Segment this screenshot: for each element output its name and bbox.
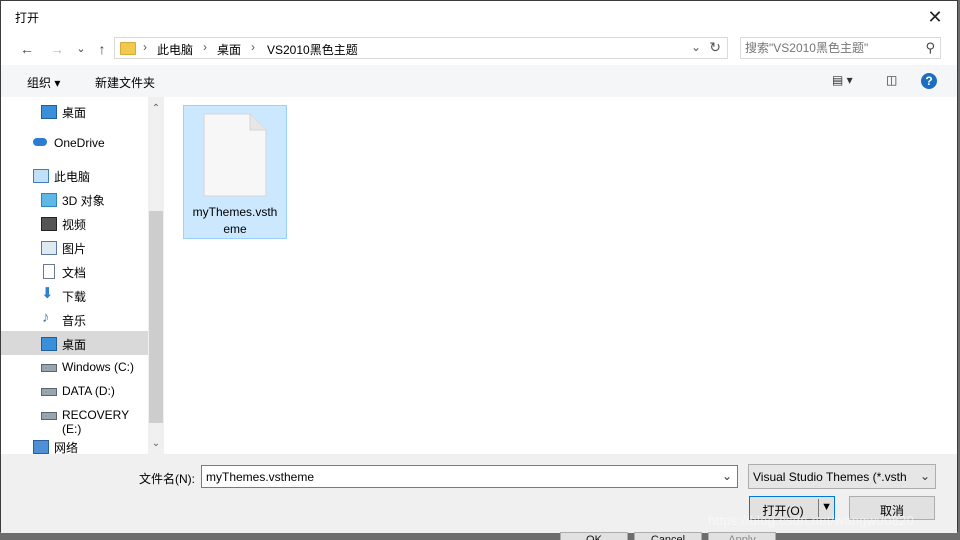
sidebar-item-label: Windows (C:) <box>62 360 135 374</box>
sidebar-item-label: 音乐 <box>62 314 87 328</box>
sidebar-item-pictures[interactable]: 图片 <box>1 235 148 259</box>
windows-drive-icon <box>41 364 57 372</box>
sidebar-item-label: 图片 <box>62 242 87 256</box>
video-icon <box>41 217 57 231</box>
filename-input[interactable]: myThemes.vstheme ⌄ <box>201 465 738 488</box>
download-icon: ⬇ <box>41 285 54 302</box>
new-folder-button[interactable]: 新建文件夹 <box>95 74 155 91</box>
background-apply-button: Apply <box>708 532 776 540</box>
sidebar-item-label: RECOVERY (E:) <box>62 408 129 436</box>
scrollbar-thumb[interactable] <box>149 211 163 423</box>
sidebar-item-desktop-quick[interactable]: 桌面 <box>1 99 148 123</box>
file-name: myThemes.vsth eme <box>192 205 278 236</box>
breadcrumb-current-folder[interactable]: VS2010黑色主题 <box>267 41 358 58</box>
sidebar-scrollbar[interactable]: ⌃ ⌄ <box>148 97 164 454</box>
cloud-icon <box>33 138 47 146</box>
filetype-value: Visual Studio Themes (*.vsth <box>753 470 907 484</box>
breadcrumb-separator: › <box>203 40 207 54</box>
title-bar: 打开 ✕ <box>1 1 957 33</box>
music-icon: ♪ <box>42 309 50 326</box>
sidebar-item-label: 桌面 <box>62 338 87 352</box>
window-title: 打开 <box>15 11 40 25</box>
drive-icon <box>41 412 57 420</box>
search-box[interactable]: ⚲ <box>740 37 941 59</box>
sidebar-item-drive-e[interactable]: RECOVERY (E:) <box>1 403 148 436</box>
document-icon <box>43 264 55 279</box>
open-options-icon[interactable]: ▼ <box>821 501 832 513</box>
navigation-pane: 桌面 OneDrive 此电脑 3D 对象 视频 图片 文档 ⬇ 下载 ♪ 音乐… <box>1 97 164 455</box>
scroll-down-icon[interactable]: ⌄ <box>148 436 164 452</box>
scroll-up-icon[interactable]: ⌃ <box>148 101 164 117</box>
sidebar-item-3d-objects[interactable]: 3D 对象 <box>1 187 148 211</box>
breadcrumb-this-pc[interactable]: 此电脑 <box>157 41 193 58</box>
filename-label: 文件名(N): <box>139 472 195 486</box>
preview-pane-icon[interactable]: ◫ <box>886 73 897 87</box>
sidebar-item-documents[interactable]: 文档 <box>1 259 148 283</box>
toolbar: 组织 ▾ 新建文件夹 ▤ ▾ ◫ ? <box>1 65 957 97</box>
breadcrumb-separator: › <box>251 40 255 54</box>
computer-icon <box>33 169 49 183</box>
sidebar-item-label: 3D 对象 <box>62 194 105 208</box>
breadcrumb-separator: › <box>143 40 147 54</box>
sidebar-item-label: 桌面 <box>62 106 87 120</box>
background-ok-button: OK <box>560 532 628 540</box>
folder-icon <box>120 42 136 55</box>
view-options-icon[interactable]: ▤ ▾ <box>832 73 853 87</box>
sidebar-item-onedrive[interactable]: OneDrive <box>1 131 148 155</box>
sidebar-item-music[interactable]: ♪ 音乐 <box>1 307 148 331</box>
search-icon[interactable]: ⚲ <box>925 40 935 56</box>
refresh-icon[interactable]: ↻ <box>709 39 721 56</box>
up-button[interactable]: ↑ <box>92 39 112 59</box>
address-bar[interactable]: › 此电脑 › 桌面 › VS2010黑色主题 ⌄ ↻ <box>114 37 728 59</box>
sidebar-item-label: DATA (D:) <box>62 384 115 398</box>
cube-icon <box>41 193 57 207</box>
network-icon <box>33 440 49 454</box>
sidebar-item-downloads[interactable]: ⬇ 下载 <box>1 283 148 307</box>
picture-icon <box>41 241 57 255</box>
file-item[interactable]: myThemes.vsth eme <box>183 105 287 239</box>
close-icon[interactable]: ✕ <box>923 5 947 29</box>
sidebar-item-desktop[interactable]: 桌面 <box>1 331 148 355</box>
address-dropdown-icon[interactable]: ⌄ <box>691 40 701 54</box>
sidebar-item-drive-d[interactable]: DATA (D:) <box>1 379 148 403</box>
recent-locations-button[interactable]: ⌄ <box>71 39 91 59</box>
file-list: myThemes.vsth eme <box>164 97 957 454</box>
sidebar-item-videos[interactable]: 视频 <box>1 211 148 235</box>
desktop-icon <box>41 337 57 351</box>
filetype-select[interactable]: Visual Studio Themes (*.vsth ⌄ <box>748 464 936 489</box>
help-icon[interactable]: ? <box>921 73 937 89</box>
sidebar-item-drive-c[interactable]: Windows (C:) <box>1 355 148 379</box>
search-input[interactable] <box>745 40 915 56</box>
organize-button[interactable]: 组织 ▾ <box>27 74 60 91</box>
file-icon <box>203 113 267 197</box>
open-file-dialog: 打开 ✕ ← → ⌄ ↑ › 此电脑 › 桌面 › VS2010黑色主题 ⌄ ↻… <box>0 0 958 533</box>
filename-value: myThemes.vstheme <box>206 470 315 484</box>
sidebar-item-label: 下载 <box>62 290 87 304</box>
sidebar-item-label: 视频 <box>62 218 87 232</box>
chevron-down-icon[interactable]: ⌄ <box>920 469 930 483</box>
drive-icon <box>41 388 57 396</box>
background-cancel-button: Cancel <box>634 532 702 540</box>
sidebar-item-label: OneDrive <box>54 136 105 150</box>
chevron-down-icon[interactable]: ⌄ <box>722 469 732 483</box>
back-button[interactable]: ← <box>17 39 37 59</box>
forward-button[interactable]: → <box>47 39 67 59</box>
desktop-icon <box>41 105 57 119</box>
sidebar-item-label: 此电脑 <box>54 170 91 184</box>
sidebar-item-this-pc[interactable]: 此电脑 <box>1 163 148 187</box>
breadcrumb-desktop[interactable]: 桌面 <box>217 41 241 58</box>
sidebar-item-label: 文档 <box>62 266 87 280</box>
watermark: https://blog.csdn.net/wangwu0820 <box>708 513 915 528</box>
